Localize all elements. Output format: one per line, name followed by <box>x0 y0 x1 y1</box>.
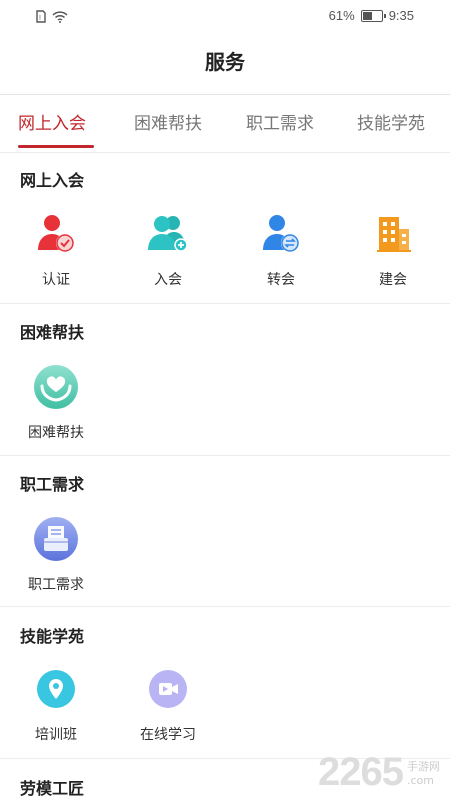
service-join[interactable]: 入会 <box>123 211 213 289</box>
section-divider <box>0 455 450 456</box>
active-tab-indicator <box>18 145 94 148</box>
service-label: 入会 <box>154 272 182 288</box>
user-transfer-icon <box>258 211 304 257</box>
tabs-divider <box>0 152 450 153</box>
tab-bar: 网上入会 困难帮扶 职工需求 技能学苑 <box>0 96 450 152</box>
section-title-model-workers: 劳模工匠 <box>20 779 85 798</box>
status-bar: ! 61% 9:35 <box>0 0 450 34</box>
service-transfer[interactable]: 转会 <box>236 211 326 289</box>
watermark-text: 手游网 <box>407 760 440 773</box>
service-label: 培训班 <box>35 727 77 743</box>
service-label: 在线学习 <box>140 727 196 743</box>
tab-skills-academy[interactable]: 技能学苑 <box>357 96 425 152</box>
location-pin-icon <box>33 666 79 712</box>
service-label: 转会 <box>267 272 295 288</box>
video-icon <box>145 666 191 712</box>
tab-worker-needs[interactable]: 职工需求 <box>246 96 314 152</box>
service-label: 困难帮扶 <box>28 425 84 441</box>
battery-icon <box>360 9 386 22</box>
user-check-icon <box>33 211 79 257</box>
service-label: 认证 <box>42 272 70 288</box>
watermark-number: 2265 <box>318 750 404 794</box>
service-worker-needs[interactable]: 职工需求 <box>11 516 101 594</box>
header-divider <box>0 94 450 95</box>
sim-icon: ! <box>36 10 46 26</box>
document-box-icon <box>33 516 79 562</box>
section-divider <box>0 303 450 304</box>
service-establish[interactable]: 建会 <box>348 211 438 289</box>
service-certify[interactable]: 认证 <box>11 211 101 289</box>
watermark-logo: 2265 手游网 .com <box>318 752 440 792</box>
section-title-hardship-aid: 困难帮扶 <box>20 323 85 342</box>
watermark-domain: .com <box>407 774 434 787</box>
user-add-icon <box>145 211 191 257</box>
section-divider <box>0 606 450 607</box>
section-title-skills-academy: 技能学苑 <box>20 627 85 646</box>
section-title-online-join: 网上入会 <box>20 171 85 190</box>
service-online-learning[interactable]: 在线学习 <box>123 666 213 744</box>
wifi-icon <box>52 10 68 26</box>
building-icon <box>370 211 416 257</box>
tab-hardship-aid[interactable]: 困难帮扶 <box>134 96 202 152</box>
svg-text:!: ! <box>39 15 41 22</box>
section-title-worker-needs: 职工需求 <box>20 475 85 494</box>
service-hardship-aid[interactable]: 困难帮扶 <box>11 364 101 442</box>
tab-online-join[interactable]: 网上入会 <box>18 96 86 152</box>
heart-hands-icon <box>33 364 79 410</box>
clock: 9:35 <box>388 8 414 23</box>
page-title: 服务 <box>205 50 245 74</box>
battery-percent: 61% <box>328 8 355 23</box>
service-label: 建会 <box>379 272 407 288</box>
service-label: 职工需求 <box>28 577 84 593</box>
service-training-class[interactable]: 培训班 <box>11 666 101 744</box>
